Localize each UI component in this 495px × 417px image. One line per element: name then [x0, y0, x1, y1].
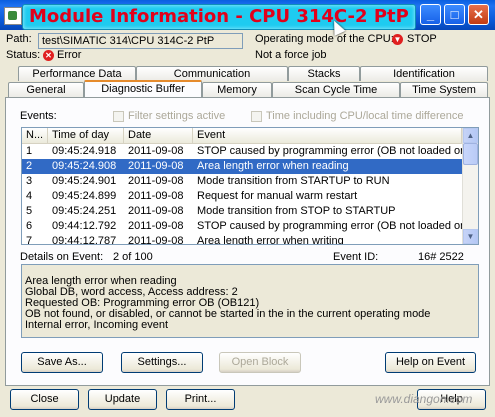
details-line: Internal error, Incoming event	[25, 319, 169, 331]
error-status-icon: ✕	[43, 50, 54, 61]
time-difference-checkbox[interactable]	[251, 111, 262, 122]
column-header-date[interactable]: Date	[124, 128, 193, 143]
table-cell-date: 2011-09-08	[128, 190, 184, 202]
table-cell-event: Area length error when reading	[197, 160, 349, 172]
path-field[interactable]: test\SIMATIC 314\CPU 314C-2 PtP	[38, 33, 243, 49]
table-cell-n: 5	[26, 205, 33, 217]
table-cell-time: 09:44:12.792	[52, 220, 117, 232]
table-cell-n: 7	[26, 235, 33, 245]
force-job-value: Not a force job	[255, 49, 327, 61]
table-cell-date: 2011-09-08	[128, 160, 184, 172]
column-header-number[interactable]: N...	[22, 128, 48, 143]
table-cell-event: Mode transition from STOP to STARTUP	[197, 205, 396, 217]
stop-status-icon: ▼	[392, 34, 403, 45]
opmode-label: Operating mode of the CPU:	[255, 33, 394, 45]
table-row[interactable]: 4 09:45:24.899 2011-09-08 Request for manua…	[22, 189, 462, 204]
table-cell-date: 2011-09-08	[128, 175, 184, 187]
table-cell-event: STOP caused by programming error (OB not…	[197, 220, 462, 232]
maximize-button[interactable]: □	[444, 4, 465, 25]
tab-memory[interactable]: Memory	[202, 82, 272, 97]
table-row[interactable]: 2 09:45:24.908 2011-09-08 Area length error…	[22, 159, 462, 174]
details-label: Details on Event:	[20, 251, 104, 263]
window-title: Module Information - CPU 314C-2 PtP	[29, 6, 409, 27]
table-cell-date: 2011-09-08	[128, 205, 184, 217]
table-cell-time: 09:45:24.908	[52, 160, 117, 172]
tab-identification[interactable]: Identification	[360, 66, 488, 81]
details-count: 2 of 100	[113, 251, 153, 263]
scroll-thumb[interactable]	[463, 143, 478, 165]
module-information-window: Module Information - CPU 314C-2 PtP _ □ …	[0, 0, 495, 417]
table-cell-time: 09:45:24.918	[52, 145, 117, 157]
table-row[interactable]: 6 09:44:12.792 2011-09-08 STOP caused by pr…	[22, 219, 462, 234]
event-id-value: 16# 2522	[418, 251, 464, 263]
column-header-time[interactable]: Time of day	[48, 128, 124, 143]
table-cell-event: Request for manual warm restart	[197, 190, 358, 202]
close-button[interactable]: Close	[10, 389, 79, 410]
tab-communication[interactable]: Communication	[136, 66, 288, 81]
table-cell-time: 09:45:24.251	[52, 205, 117, 217]
tab-scan-cycle-time[interactable]: Scan Cycle Time	[272, 82, 400, 97]
events-table[interactable]: N... Time of day Date Event 1 09:45:24.91…	[21, 127, 479, 245]
open-block-button[interactable]: Open Block	[219, 352, 301, 373]
table-cell-n: 2	[26, 160, 33, 172]
scroll-down-icon[interactable]: ▼	[463, 229, 478, 244]
table-cell-event: Mode transition from STARTUP to RUN	[197, 175, 390, 187]
print-button[interactable]: Print...	[166, 389, 235, 410]
app-icon[interactable]	[4, 7, 22, 25]
status-label: Status:	[6, 49, 41, 61]
table-cell-time: 09:45:24.901	[52, 175, 117, 187]
table-cell-n: 1	[26, 145, 33, 157]
watermark: www.diangon.com	[375, 392, 473, 406]
table-cell-n: 4	[26, 190, 33, 202]
opmode-value: STOP	[407, 33, 437, 45]
update-button[interactable]: Update	[88, 389, 157, 410]
help-on-event-button[interactable]: Help on Event	[385, 352, 476, 373]
scroll-up-icon[interactable]: ▲	[463, 128, 478, 143]
filter-settings-checkbox[interactable]	[113, 111, 124, 122]
table-cell-event: STOP caused by programming error (OB not…	[197, 145, 462, 157]
close-window-button[interactable]: ✕	[468, 4, 489, 25]
table-cell-time: 09:44:12.787	[52, 235, 117, 245]
tab-diagnostic-buffer[interactable]: Diagnostic Buffer	[84, 80, 202, 97]
tab-time-system[interactable]: Time System	[400, 82, 488, 97]
events-table-header: N... Time of day Date Event	[22, 128, 462, 144]
tab-stacks[interactable]: Stacks	[288, 66, 360, 81]
table-cell-n: 3	[26, 175, 33, 187]
table-row[interactable]: 5 09:45:24.251 2011-09-08 Mode transition f…	[22, 204, 462, 219]
events-label: Events:	[20, 110, 57, 122]
minimize-button[interactable]: _	[420, 4, 441, 25]
settings-button[interactable]: Settings...	[121, 352, 203, 373]
events-scrollbar[interactable]: ▲ ▼	[462, 128, 478, 244]
table-row[interactable]: 1 09:45:24.918 2011-09-08 STOP caused by pr…	[22, 144, 462, 159]
event-details-box[interactable]: Area length error when reading Global DB…	[21, 264, 479, 338]
table-cell-time: 09:45:24.899	[52, 190, 117, 202]
title-badge: Module Information - CPU 314C-2 PtP	[22, 4, 416, 30]
table-cell-date: 2011-09-08	[128, 220, 184, 232]
save-as-button[interactable]: Save As...	[21, 352, 103, 373]
path-label: Path:	[6, 33, 32, 45]
tab-general[interactable]: General	[8, 82, 84, 97]
table-cell-date: 2011-09-08	[128, 145, 184, 157]
time-difference-label: Time including CPU/local time difference	[266, 110, 464, 122]
table-cell-event: Area length error when writing	[197, 235, 344, 245]
table-row[interactable]: 7 09:44:12.787 2011-09-08 Area length error…	[22, 234, 462, 245]
event-id-label: Event ID:	[333, 251, 379, 263]
table-cell-date: 2011-09-08	[128, 235, 184, 245]
status-value: Error	[57, 49, 82, 61]
tab-performance-data[interactable]: Performance Data	[18, 66, 136, 81]
title-bar[interactable]: Module Information - CPU 314C-2 PtP _ □ …	[0, 0, 495, 30]
filter-settings-label: Filter settings active	[128, 110, 226, 122]
table-row[interactable]: 3 09:45:24.901 2011-09-08 Mode transition f…	[22, 174, 462, 189]
column-header-event[interactable]: Event	[193, 128, 462, 143]
table-cell-n: 6	[26, 220, 33, 232]
